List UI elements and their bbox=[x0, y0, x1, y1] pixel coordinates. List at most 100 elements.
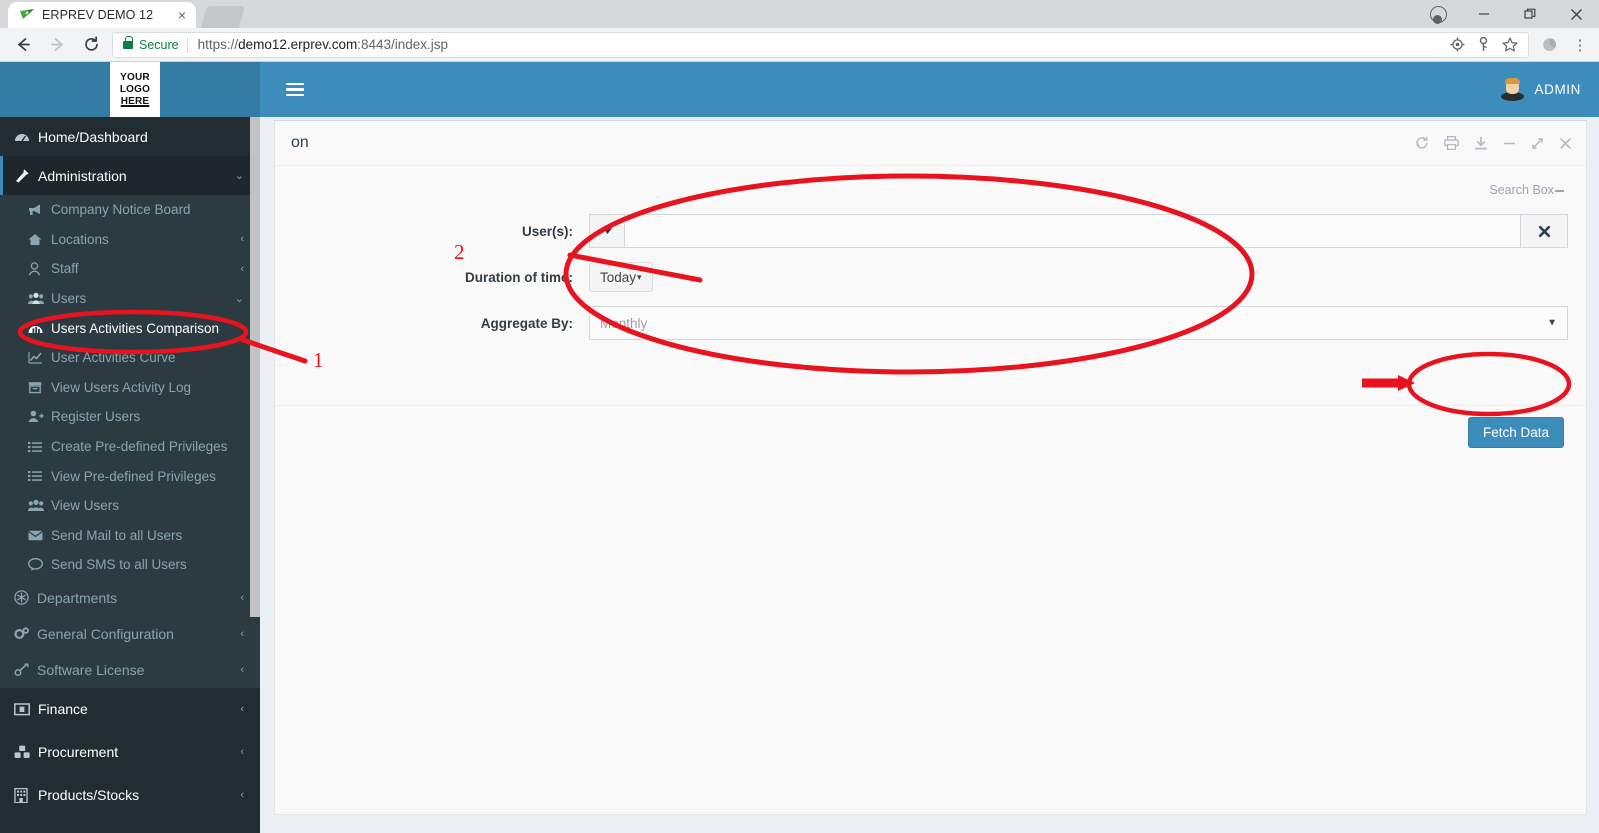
sidebar-item-label: Send SMS to all Users bbox=[51, 557, 187, 573]
key-icon[interactable] bbox=[1477, 37, 1490, 52]
window-minimize-button[interactable] bbox=[1461, 0, 1507, 28]
sidebar-item-send-sms-to-all-users[interactable]: Send SMS to all Users bbox=[0, 550, 260, 580]
sidebar-item-label: Procurement bbox=[38, 744, 119, 761]
megaphone-icon bbox=[28, 203, 51, 216]
extension-icon[interactable] bbox=[1537, 32, 1563, 58]
app-header: ADMIN bbox=[260, 62, 1599, 117]
sidebar-item-label: View Users Activity Log bbox=[51, 379, 192, 395]
sidebar-item-users-activities-comparison[interactable]: Users Activities Comparison bbox=[0, 313, 260, 343]
fetch-data-button[interactable]: Fetch Data bbox=[1467, 417, 1564, 448]
logo-line-2: LOGO bbox=[119, 83, 151, 95]
users-clear-button[interactable] bbox=[1520, 214, 1568, 248]
avatar bbox=[1500, 77, 1525, 102]
location-target-icon[interactable] bbox=[1450, 37, 1465, 52]
sidebar-item-departments[interactable]: Departments ‹ bbox=[0, 580, 260, 616]
users-input[interactable] bbox=[624, 214, 1520, 248]
sidebar: Home/Dashboard Administration ⌄ Company … bbox=[0, 117, 260, 833]
sidebar-item-staff[interactable]: Staff ‹ bbox=[0, 254, 260, 284]
sidebar-item-procurement[interactable]: Procurement ‹ bbox=[0, 731, 260, 774]
sidebar-item-label: Finance bbox=[38, 701, 88, 718]
sidebar-item-view-pre-defined-privileges[interactable]: View Pre-defined Privileges bbox=[0, 461, 260, 491]
sidebar-item-create-pre-defined-privileges[interactable]: Create Pre-defined Privileges bbox=[0, 432, 260, 462]
address-bar[interactable]: Secure https://demo12.erprev.com:8443/in… bbox=[112, 31, 1529, 58]
sidebar-item-label: Create Pre-defined Privileges bbox=[51, 439, 228, 455]
money-icon bbox=[14, 702, 38, 716]
toolbar-right: ⋮ bbox=[1537, 32, 1599, 58]
sidebar-item-software-license[interactable]: Software License ‹ bbox=[0, 652, 260, 688]
tab-close-icon[interactable]: × bbox=[174, 7, 190, 23]
refresh-icon[interactable] bbox=[1415, 136, 1429, 150]
forward-button[interactable] bbox=[42, 30, 72, 60]
browser-tab[interactable]: ERPREV DEMO 12 × bbox=[8, 2, 196, 28]
search-box-label: Search Box bbox=[1489, 183, 1564, 197]
sidebar-item-send-mail-to-all-users[interactable]: Send Mail to all Users bbox=[0, 521, 260, 551]
sidebar-item-users[interactable]: Users ⌄ bbox=[0, 284, 260, 314]
sidebar-item-label: Administration bbox=[38, 167, 127, 184]
users-row: User(s): bbox=[289, 214, 1572, 248]
sidebar-item-products-stocks[interactable]: Products/Stocks ‹ bbox=[0, 774, 260, 817]
main-content: on Search Box User(s): Duration of time:… bbox=[270, 117, 1599, 833]
reload-button[interactable] bbox=[76, 30, 106, 60]
archive-icon bbox=[28, 381, 51, 394]
sidebar-item-view-users-activity-log[interactable]: View Users Activity Log bbox=[0, 373, 260, 403]
browser-menu-button[interactable]: ⋮ bbox=[1567, 32, 1593, 58]
divider bbox=[186, 36, 188, 53]
close-icon[interactable] bbox=[1559, 137, 1572, 150]
user-menu[interactable]: ADMIN bbox=[1500, 62, 1582, 117]
tab-title: ERPREV DEMO 12 bbox=[42, 8, 154, 22]
duration-dropdown-button[interactable]: Today ▾ bbox=[589, 262, 653, 292]
new-tab-button[interactable] bbox=[200, 6, 246, 28]
page-viewport: YOUR LOGO HERE ADMIN Home/Dashboard Admi… bbox=[0, 62, 1599, 833]
building-icon bbox=[14, 787, 38, 803]
print-icon[interactable] bbox=[1444, 136, 1459, 150]
sidebar-scrollbar-thumb[interactable] bbox=[250, 117, 260, 617]
sidebar-scrollbar-track[interactable] bbox=[250, 117, 260, 833]
sidebar-item-label: Send Mail to all Users bbox=[51, 527, 183, 543]
download-icon[interactable] bbox=[1474, 136, 1488, 150]
expand-icon[interactable] bbox=[1531, 137, 1544, 150]
users-label: User(s): bbox=[521, 223, 573, 239]
sidebar-item-company-notice-board[interactable]: Company Notice Board bbox=[0, 195, 260, 225]
sidebar-item-general-configuration[interactable]: General Configuration ‹ bbox=[0, 616, 260, 652]
home-icon bbox=[28, 233, 51, 246]
profile-avatar-button[interactable] bbox=[1415, 0, 1461, 28]
security-label: Secure bbox=[139, 37, 179, 52]
sidebar-item-label: User Activities Curve bbox=[51, 350, 176, 366]
sidebar-item-user-activities-curve[interactable]: User Activities Curve bbox=[0, 343, 260, 373]
window-close-button[interactable] bbox=[1553, 0, 1599, 28]
sidebar-item-label: Staff bbox=[51, 261, 79, 277]
sidebar-toggle-button[interactable] bbox=[286, 82, 304, 97]
minimize-icon[interactable] bbox=[1503, 137, 1516, 150]
duration-label: Duration of time: bbox=[465, 269, 573, 285]
sidebar-item-label: General Configuration bbox=[37, 625, 174, 642]
sidebar-item-finance[interactable]: Finance ‹ bbox=[0, 688, 260, 731]
users-icon bbox=[28, 499, 51, 512]
sidebar-item-locations[interactable]: Locations ‹ bbox=[0, 225, 260, 255]
sidebar-item-view-users[interactable]: View Users bbox=[0, 491, 260, 521]
panel-footer: Fetch Data bbox=[275, 405, 1586, 459]
sidebar-item-label: Home/Dashboard bbox=[38, 128, 148, 145]
sidebar-item-home-dashboard[interactable]: Home/Dashboard bbox=[0, 117, 260, 156]
browser-tabstrip: ERPREV DEMO 12 × bbox=[0, 0, 1599, 28]
window-maximize-button[interactable] bbox=[1507, 0, 1553, 28]
favicon bbox=[18, 7, 36, 23]
sidebar-item-label: Company Notice Board bbox=[51, 202, 191, 218]
cubes-icon bbox=[14, 745, 38, 759]
wrench-icon bbox=[14, 168, 38, 184]
duration-row: Duration of time: Today ▾ bbox=[289, 262, 1572, 292]
search-box-toggle[interactable]: Search Box bbox=[289, 176, 1572, 204]
aggregate-value: Monthly bbox=[600, 315, 648, 331]
address-bar-url: https://demo12.erprev.com:8443/index.jsp bbox=[197, 37, 449, 52]
gears-icon bbox=[14, 627, 37, 641]
aggregate-label: Aggregate By: bbox=[480, 315, 573, 331]
comparison-panel: on Search Box User(s): Duration of time:… bbox=[274, 120, 1587, 815]
aggregate-select[interactable]: Monthly ▼ bbox=[589, 306, 1568, 340]
app-logo: YOUR LOGO HERE bbox=[110, 62, 160, 117]
bookmark-star-icon[interactable] bbox=[1502, 37, 1518, 52]
sidebar-item-administration[interactable]: Administration ⌄ bbox=[0, 156, 260, 195]
sidebar-item-label: Software License bbox=[37, 661, 145, 678]
back-button[interactable] bbox=[8, 30, 38, 60]
sidebar-item-register-users[interactable]: Register Users bbox=[0, 402, 260, 432]
users-dropdown-toggle[interactable] bbox=[589, 214, 624, 248]
link-icon bbox=[14, 663, 37, 677]
